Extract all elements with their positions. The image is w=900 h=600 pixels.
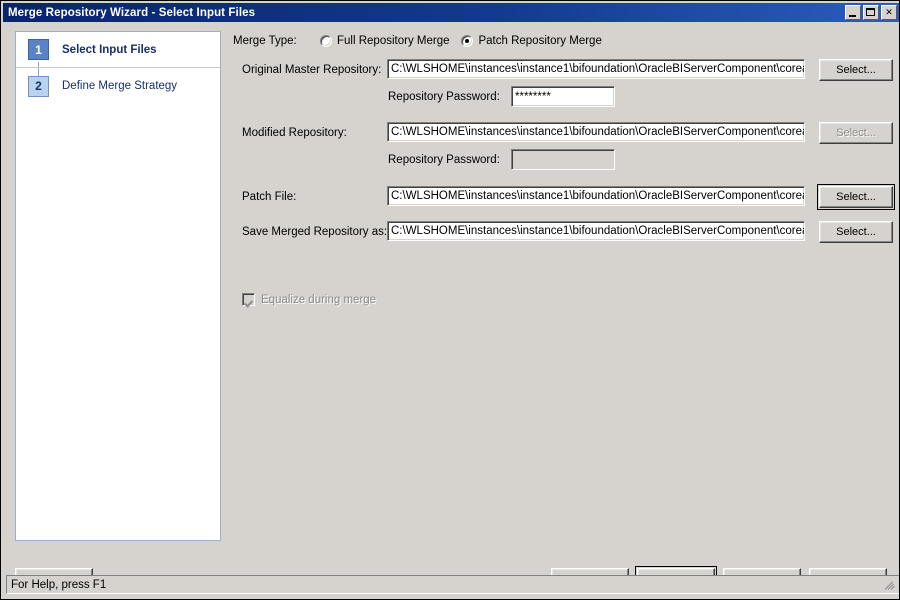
patch-file-select-button[interactable]: Select...: [817, 184, 895, 210]
merge-repository-wizard-window: Merge Repository Wizard - Select Input F…: [0, 0, 900, 600]
sidebar-item-select-input-files[interactable]: 1 Select Input Files: [16, 32, 220, 68]
original-master-repository-input[interactable]: C:\WLSHOME\instances\instance1\bifoundat…: [387, 59, 805, 79]
close-icon[interactable]: ✕: [881, 5, 897, 20]
original-master-repository-label: Original Master Repository:: [242, 64, 382, 76]
original-master-repository-select-button[interactable]: Select...: [819, 59, 893, 81]
status-bar: For Help, press F1: [6, 575, 899, 594]
modified-repository-select-button[interactable]: Select...: [819, 122, 893, 144]
dialog-client-area: 1 Select Input Files 2 Define Merge Stra…: [3, 23, 899, 597]
merge-type-label: Merge Type:: [233, 35, 297, 47]
step-label-1: Select Input Files: [62, 43, 157, 56]
window-title: Merge Repository Wizard - Select Input F…: [8, 6, 256, 19]
modified-repository-password-label: Repository Password:: [388, 154, 500, 166]
resize-grip-icon[interactable]: [883, 578, 897, 592]
minimize-icon[interactable]: [845, 5, 861, 20]
merge-type-group: Merge Type: Full Repository Merge Patch …: [233, 35, 602, 47]
save-merged-repository-select-button[interactable]: Select...: [819, 221, 893, 243]
save-merged-repository-label: Save Merged Repository as:: [242, 226, 388, 238]
save-merged-repository-input[interactable]: C:\WLSHOME\instances\instance1\bifoundat…: [387, 221, 805, 241]
equalize-during-merge-label: Equalize during merge: [261, 293, 377, 306]
radio-circle-selected-icon: [461, 35, 474, 47]
close-glyph: ✕: [885, 7, 893, 17]
maximize-icon[interactable]: [863, 5, 879, 20]
radio-patch-repository-merge[interactable]: Patch Repository Merge: [461, 35, 602, 47]
radio-full-repository-merge-label: Full Repository Merge: [337, 35, 450, 47]
title-bar[interactable]: Merge Repository Wizard - Select Input F…: [3, 3, 899, 22]
radio-circle-icon: [320, 35, 332, 47]
modified-repository-label: Modified Repository:: [242, 127, 347, 139]
equalize-during-merge-checkbox[interactable]: Equalize during merge: [242, 293, 376, 306]
status-bar-text: For Help, press F1: [11, 578, 107, 591]
patch-file-input[interactable]: C:\WLSHOME\instances\instance1\bifoundat…: [387, 186, 805, 206]
checkbox-check-icon: [242, 293, 255, 306]
radio-patch-repository-merge-label: Patch Repository Merge: [478, 35, 602, 47]
step-number-2: 2: [28, 75, 49, 97]
radio-full-repository-merge[interactable]: Full Repository Merge: [320, 35, 449, 47]
window-controls: ✕: [845, 5, 897, 20]
sidebar-item-define-merge-strategy[interactable]: 2 Define Merge Strategy: [16, 68, 220, 104]
step-number-1: 1: [28, 39, 49, 60]
original-repository-password-input[interactable]: ********: [511, 86, 615, 107]
original-repository-password-label: Repository Password:: [388, 91, 500, 103]
step-label-2: Define Merge Strategy: [62, 80, 178, 92]
modified-repository-input[interactable]: C:\WLSHOME\instances\instance1\bifoundat…: [387, 122, 805, 142]
patch-file-label: Patch File:: [242, 191, 297, 203]
modified-repository-password-input[interactable]: [511, 149, 615, 170]
wizard-steps-panel: 1 Select Input Files 2 Define Merge Stra…: [15, 31, 221, 541]
